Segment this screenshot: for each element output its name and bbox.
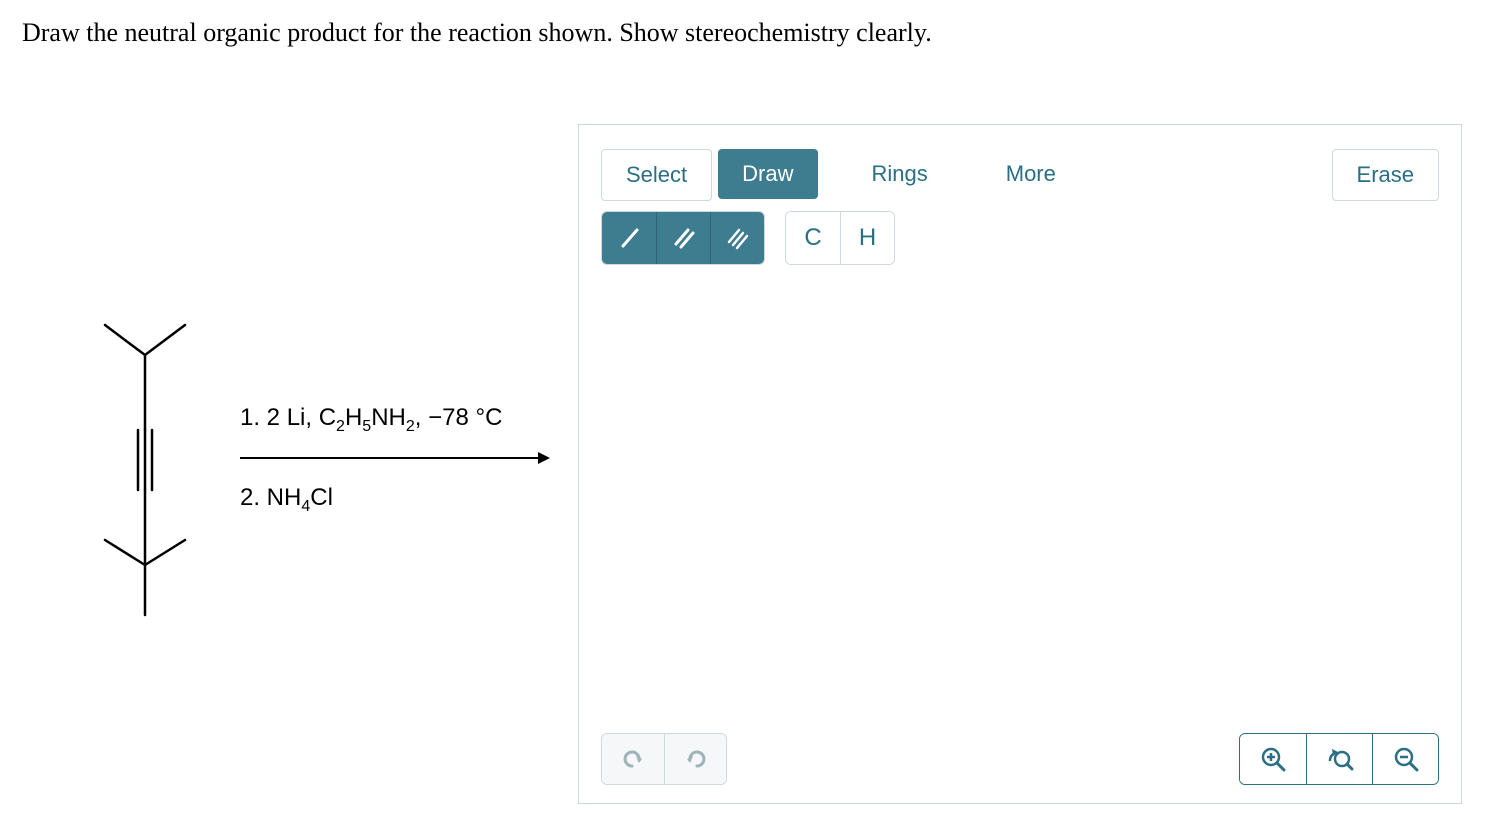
history-group xyxy=(601,733,727,785)
reagent1-text-b: H xyxy=(345,404,362,431)
reaction-arrow-block: 1. 2 Li, C2H5NH2, −78 °C 2. NH4Cl xyxy=(240,404,550,516)
redo-icon xyxy=(683,746,709,772)
editor-sub-toolbar: C H xyxy=(579,211,1461,283)
zoom-out-icon xyxy=(1392,745,1420,773)
reagent1-sub-c: 2 xyxy=(406,418,415,435)
reaction-scheme: 1. 2 Li, C2H5NH2, −78 °C 2. NH4Cl xyxy=(50,300,550,620)
carbon-atom-tool[interactable]: C xyxy=(786,212,840,264)
reagent-line-2: 2. NH4Cl xyxy=(240,484,550,516)
reagent1-text-a: 1. 2 Li, C xyxy=(240,404,336,431)
hydrogen-atom-tool[interactable]: H xyxy=(840,212,894,264)
bond-tool-group xyxy=(601,211,765,265)
draw-mode-button[interactable]: Draw xyxy=(718,149,817,199)
editor-bottom-bar xyxy=(601,733,1439,785)
reagent2-sub-a: 4 xyxy=(301,498,310,515)
more-menu-button[interactable]: More xyxy=(982,149,1080,199)
atom-tool-group: C H xyxy=(785,211,895,265)
erase-button[interactable]: Erase xyxy=(1332,149,1439,201)
question-prompt: Draw the neutral organic product for the… xyxy=(22,18,932,48)
zoom-reset-button[interactable] xyxy=(1306,734,1372,784)
reagent1-text-d: , −78 °C xyxy=(415,404,503,431)
reagent1-sub-b: 5 xyxy=(362,418,371,435)
undo-icon xyxy=(620,746,646,772)
zoom-out-button[interactable] xyxy=(1372,734,1438,784)
rings-mode-button[interactable]: Rings xyxy=(848,149,952,199)
zoom-group xyxy=(1239,733,1439,785)
undo-button[interactable] xyxy=(602,734,664,784)
reagent2-text-a: 2. NH xyxy=(240,484,301,511)
select-mode-button[interactable]: Select xyxy=(601,149,712,201)
single-bond-tool[interactable] xyxy=(602,212,656,264)
structure-editor: Select Draw Rings More Erase xyxy=(578,124,1462,804)
reagent-line-1: 1. 2 Li, C2H5NH2, −78 °C xyxy=(240,404,550,436)
reagent1-text-c: NH xyxy=(371,404,406,431)
double-bond-icon xyxy=(672,226,696,250)
reagent1-sub-a: 2 xyxy=(336,418,345,435)
zoom-in-button[interactable] xyxy=(1240,734,1306,784)
zoom-in-icon xyxy=(1259,745,1287,773)
triple-bond-tool[interactable] xyxy=(710,212,764,264)
triple-bond-icon xyxy=(726,226,750,250)
double-bond-tool[interactable] xyxy=(656,212,710,264)
reagent2-text-b: Cl xyxy=(310,484,333,511)
redo-button[interactable] xyxy=(664,734,726,784)
editor-top-toolbar: Select Draw Rings More Erase xyxy=(579,125,1461,211)
single-bond-icon xyxy=(617,226,641,250)
starting-material-structure xyxy=(50,300,210,620)
zoom-reset-icon xyxy=(1326,745,1354,773)
reaction-arrow xyxy=(240,448,550,468)
